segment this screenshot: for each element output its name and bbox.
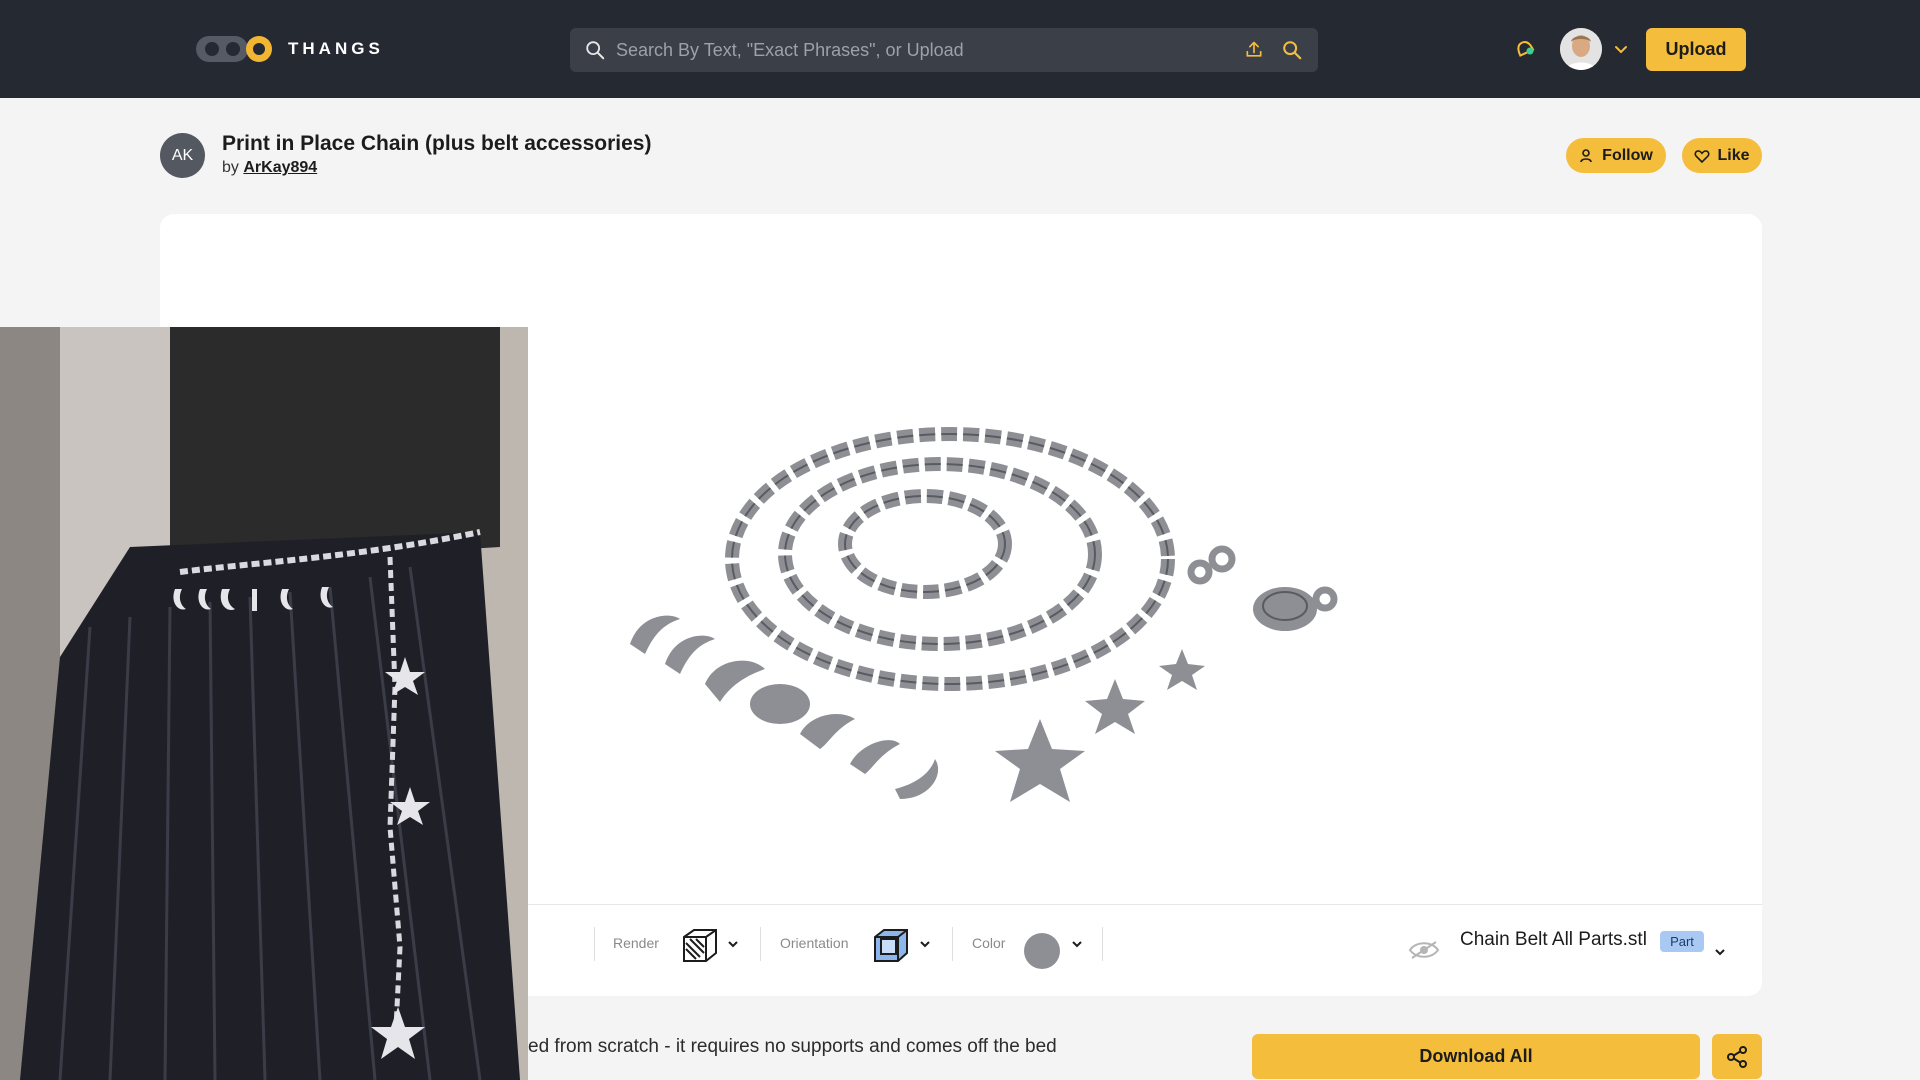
user-avatar[interactable] — [1560, 28, 1602, 70]
render-mode-icon[interactable] — [680, 927, 720, 965]
share-button[interactable] — [1712, 1034, 1762, 1079]
like-button[interactable]: Like — [1682, 138, 1762, 173]
top-nav: THANGS Search By Text, "Exact Phrases", … — [0, 0, 1920, 98]
part-badge: Part — [1660, 931, 1704, 952]
user-icon — [1580, 148, 1592, 162]
like-label: Like — [1717, 146, 1750, 164]
upload-button[interactable]: Upload — [1646, 28, 1746, 71]
thangs-logo[interactable]: THANGS — [196, 36, 384, 62]
notification-bell-icon[interactable] — [1512, 36, 1538, 62]
toolbar-divider — [952, 927, 953, 961]
logo-text: THANGS — [288, 39, 384, 58]
color-label: Color — [972, 935, 1006, 951]
follow-label: Follow — [1602, 146, 1653, 164]
chevron-down-icon[interactable] — [1612, 40, 1630, 58]
chevron-down-icon[interactable] — [726, 937, 740, 951]
description-text: ed from scratch - it requires no support… — [528, 1036, 1057, 1057]
toolbar-divider — [1102, 927, 1103, 961]
share-icon — [1727, 1045, 1747, 1068]
chevron-down-icon[interactable] — [1713, 945, 1727, 959]
upload-search-icon[interactable] — [1242, 38, 1266, 62]
orientation-label: Orientation — [780, 935, 849, 951]
render-label: Render — [613, 935, 659, 951]
color-swatch[interactable] — [1024, 933, 1060, 969]
byline: by ArKay894 — [222, 159, 317, 177]
by-label: by — [222, 159, 239, 176]
product-photo[interactable] — [0, 327, 528, 1080]
author-link[interactable]: ArKay894 — [243, 159, 317, 176]
heart-icon — [1694, 149, 1710, 163]
download-all-button[interactable]: Download All — [1252, 1034, 1700, 1079]
search-icon — [586, 41, 605, 60]
file-name[interactable]: Chain Belt All Parts.stl — [1460, 929, 1647, 951]
search-input[interactable] — [616, 39, 1228, 61]
author-avatar[interactable]: AK — [160, 133, 205, 178]
chevron-down-icon[interactable] — [1070, 937, 1084, 951]
page-title: Print in Place Chain (plus belt accessor… — [222, 132, 652, 155]
search-bar — [570, 28, 1318, 72]
toolbar-divider — [594, 927, 595, 961]
orientation-cube-icon[interactable] — [872, 927, 910, 965]
chevron-down-icon[interactable] — [918, 937, 932, 951]
follow-button[interactable]: Follow — [1566, 138, 1666, 173]
logo-mark-icon — [196, 36, 272, 62]
eye-hidden-icon[interactable] — [1408, 939, 1440, 961]
toolbar-divider — [760, 927, 761, 961]
search-submit-icon[interactable] — [1280, 38, 1304, 62]
star-charms — [995, 649, 1205, 802]
